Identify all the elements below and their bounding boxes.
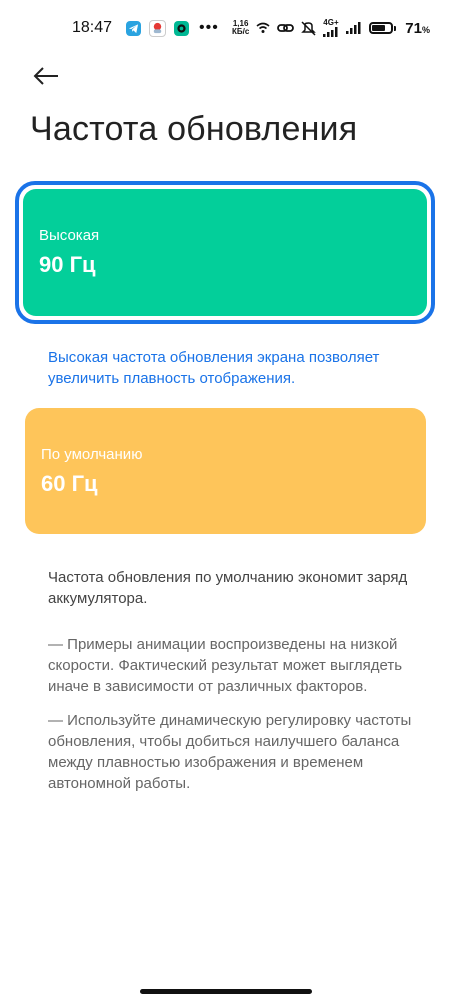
option-default-value: 60 Гц bbox=[41, 470, 98, 496]
more-notifications-icon: ••• bbox=[199, 19, 219, 36]
option-high-refresh[interactable]: Высокая 90 Гц bbox=[15, 181, 435, 324]
chat-app-icon bbox=[174, 20, 190, 36]
weather-app-icon bbox=[149, 19, 167, 37]
silent-mode-icon bbox=[301, 20, 317, 36]
status-left: 18:47 ••• bbox=[72, 19, 219, 37]
battery-percent-sign: % bbox=[421, 24, 430, 35]
network-speed-unit: КБ/с bbox=[231, 27, 250, 36]
note-animation-speed: — Примеры анимации воспроизведены на низ… bbox=[48, 636, 403, 695]
wifi-signal-icon bbox=[256, 21, 270, 35]
option-high-value: 90 Гц bbox=[39, 252, 96, 277]
link-icon bbox=[277, 21, 295, 35]
arrow-left-icon bbox=[33, 67, 58, 85]
option-default-refresh[interactable]: По умолчанию 60 Гц bbox=[25, 408, 426, 534]
option-high-label: Высокая bbox=[39, 227, 100, 244]
battery-body bbox=[369, 22, 394, 34]
option-high-description: Высокая частота обновления экрана позвол… bbox=[48, 349, 380, 387]
battery-icon bbox=[369, 22, 397, 34]
status-right: 1,16 КБ/с 4G+ 71% bbox=[232, 19, 430, 37]
back-button[interactable] bbox=[28, 58, 64, 94]
battery-tip bbox=[394, 25, 397, 31]
note-dynamic-refresh: — Используйте динамическую регулировку ч… bbox=[48, 712, 412, 792]
page-title: Частота обновления bbox=[30, 110, 358, 148]
option-high-card: Высокая 90 Гц bbox=[23, 189, 427, 316]
telegram-icon bbox=[126, 20, 142, 36]
battery-fill bbox=[372, 25, 386, 31]
network-speed: 1,16 КБ/с bbox=[232, 20, 249, 36]
option-default-description: Частота обновления по умолчанию экономит… bbox=[48, 569, 408, 607]
status-bar: 18:47 ••• 1,16 КБ/с 4G+ 71% bbox=[0, 0, 450, 56]
battery-percent: 71% bbox=[405, 20, 430, 37]
cellular-signal-2-icon bbox=[346, 22, 362, 34]
battery-percent-value: 71 bbox=[405, 19, 422, 37]
cellular-signal-icon: 4G+ bbox=[323, 19, 339, 37]
screen: 18:47 ••• 1,16 КБ/с 4G+ 71% Частота обно… bbox=[0, 0, 450, 1000]
status-time: 18:47 bbox=[72, 19, 113, 36]
network-type: 4G+ bbox=[323, 18, 339, 27]
home-indicator[interactable] bbox=[140, 989, 312, 994]
option-default-label: По умолчанию bbox=[41, 445, 143, 463]
